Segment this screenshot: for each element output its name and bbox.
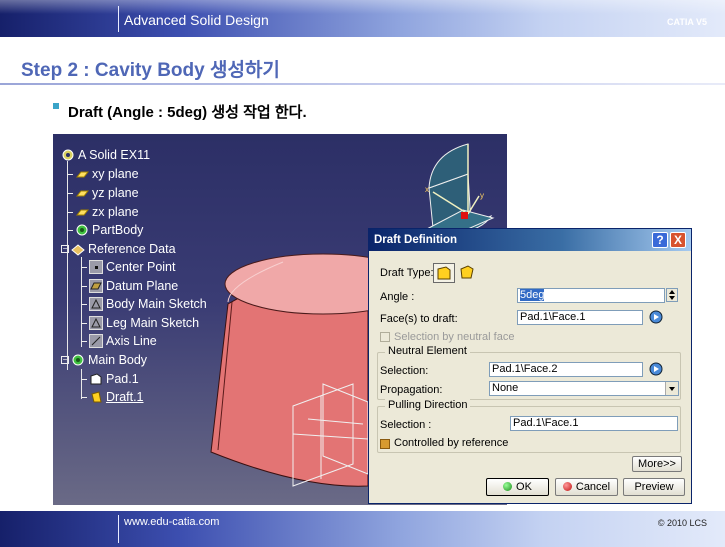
tree-item-partbody[interactable]: PartBody xyxy=(67,222,143,238)
cancel-button[interactable]: Cancel xyxy=(555,478,618,496)
pulling-selection-input[interactable]: Pad.1\Face.1 xyxy=(510,416,678,431)
faces-to-draft-input[interactable]: Pad.1\Face.1 xyxy=(517,310,643,325)
draft-type-label: Draft Type: xyxy=(380,267,434,279)
draft-icon xyxy=(89,390,103,404)
chevron-down-icon[interactable] xyxy=(665,382,678,395)
footer-url[interactable]: www.edu-catia.com xyxy=(124,516,219,528)
tree-item-axis-line[interactable]: Axis Line xyxy=(81,333,157,349)
controlled-by-reference-checkbox[interactable] xyxy=(380,439,390,449)
tree-item-xy-plane[interactable]: xy plane xyxy=(67,166,139,182)
tree-item-leg-main-sketch[interactable]: Leg Main Sketch xyxy=(81,315,199,331)
slide-title: Step 2 : Cavity Body 생성하기 xyxy=(21,60,280,81)
draft-type-variable-button[interactable] xyxy=(457,263,479,283)
neutral-face-label: Selection by neutral face xyxy=(394,331,515,343)
footer-copyright: © 2010 LCS xyxy=(657,518,707,528)
angle-input[interactable]: 5deg xyxy=(517,288,665,303)
close-button[interactable]: X xyxy=(670,232,686,248)
angle-spinner[interactable] xyxy=(666,288,678,302)
plane-icon xyxy=(75,186,90,200)
neutral-face-checkbox[interactable] xyxy=(380,332,390,342)
datum-plane-icon xyxy=(89,279,103,293)
neutral-element-group-label: Neutral Element xyxy=(385,345,470,357)
header-shine xyxy=(0,0,725,14)
pulling-direction-group-label: Pulling Direction xyxy=(385,399,471,411)
pad-icon xyxy=(89,372,103,386)
slide-header-bar xyxy=(0,0,725,37)
pulling-selection-label: Selection : xyxy=(380,419,432,431)
collapse-icon[interactable]: − xyxy=(61,356,69,364)
bullet-square-icon xyxy=(53,103,59,109)
footer-divider xyxy=(118,515,119,543)
draft-type-basic-button[interactable] xyxy=(433,263,455,283)
header-divider xyxy=(118,6,119,32)
product-icon xyxy=(61,148,75,162)
header-title: Advanced Solid Design xyxy=(124,12,269,28)
bullet-text: Draft (Angle : 5deg) 생성 작업 한다. xyxy=(68,104,307,121)
plane-icon xyxy=(75,167,90,181)
draft-definition-dialog[interactable]: Draft Definition ? X Draft Type: Angle :… xyxy=(368,228,692,504)
dialog-titlebar[interactable]: Draft Definition ? X xyxy=(369,229,691,251)
svg-text:y: y xyxy=(480,191,484,200)
neutral-selection-input[interactable]: Pad.1\Face.2 xyxy=(489,362,643,377)
select-neutral-icon[interactable] xyxy=(647,361,665,377)
tree-item-reference-data[interactable]: − Reference Data xyxy=(61,241,176,257)
faces-to-draft-label: Face(s) to draft: xyxy=(380,313,458,325)
sketch-icon xyxy=(89,297,103,311)
more-button[interactable]: More>> xyxy=(632,456,682,472)
tree-item-root[interactable]: A Solid EX11 xyxy=(61,147,150,163)
controlled-by-reference-label: Controlled by reference xyxy=(394,437,509,449)
ok-button[interactable]: OK xyxy=(486,478,549,496)
collapse-icon[interactable]: − xyxy=(61,245,69,253)
tree-item-zx-plane[interactable]: zx plane xyxy=(67,204,139,220)
svg-text:x: x xyxy=(425,185,429,194)
propagation-select[interactable]: None xyxy=(489,381,679,396)
dialog-title: Draft Definition xyxy=(374,234,458,246)
ok-icon xyxy=(503,482,513,491)
line-icon xyxy=(89,334,103,348)
sketch-icon xyxy=(89,316,103,330)
gear-icon xyxy=(75,223,89,237)
header-product: CATIA V5 xyxy=(666,17,707,27)
preview-button[interactable]: Preview xyxy=(623,478,685,496)
tree-item-pad[interactable]: Pad.1 xyxy=(81,371,139,387)
point-icon xyxy=(89,260,103,274)
specification-tree[interactable]: A Solid EX11 xy plane yz plane zx plane … xyxy=(53,134,293,414)
tree-item-body-main-sketch[interactable]: Body Main Sketch xyxy=(81,296,207,312)
plane-icon xyxy=(75,205,90,219)
gear-icon xyxy=(71,353,85,367)
tree-item-datum-plane[interactable]: Datum Plane xyxy=(81,278,178,294)
cancel-icon xyxy=(562,482,572,491)
tree-item-yz-plane[interactable]: yz plane xyxy=(67,185,139,201)
angle-label: Angle : xyxy=(380,291,415,303)
compass-icon[interactable]: x y xyxy=(423,143,495,235)
tree-item-center-point[interactable]: Center Point xyxy=(81,259,175,275)
select-faces-icon[interactable] xyxy=(647,309,665,325)
neutral-selection-label: Selection: xyxy=(380,365,429,377)
propagation-label: Propagation: xyxy=(380,384,443,396)
slide-footer-bar xyxy=(0,511,725,547)
geoset-icon xyxy=(71,242,85,256)
help-button[interactable]: ? xyxy=(652,232,668,248)
tree-item-main-body[interactable]: − Main Body xyxy=(61,352,147,368)
tree-item-draft[interactable]: Draft.1 xyxy=(81,389,144,405)
title-underline xyxy=(0,83,725,85)
